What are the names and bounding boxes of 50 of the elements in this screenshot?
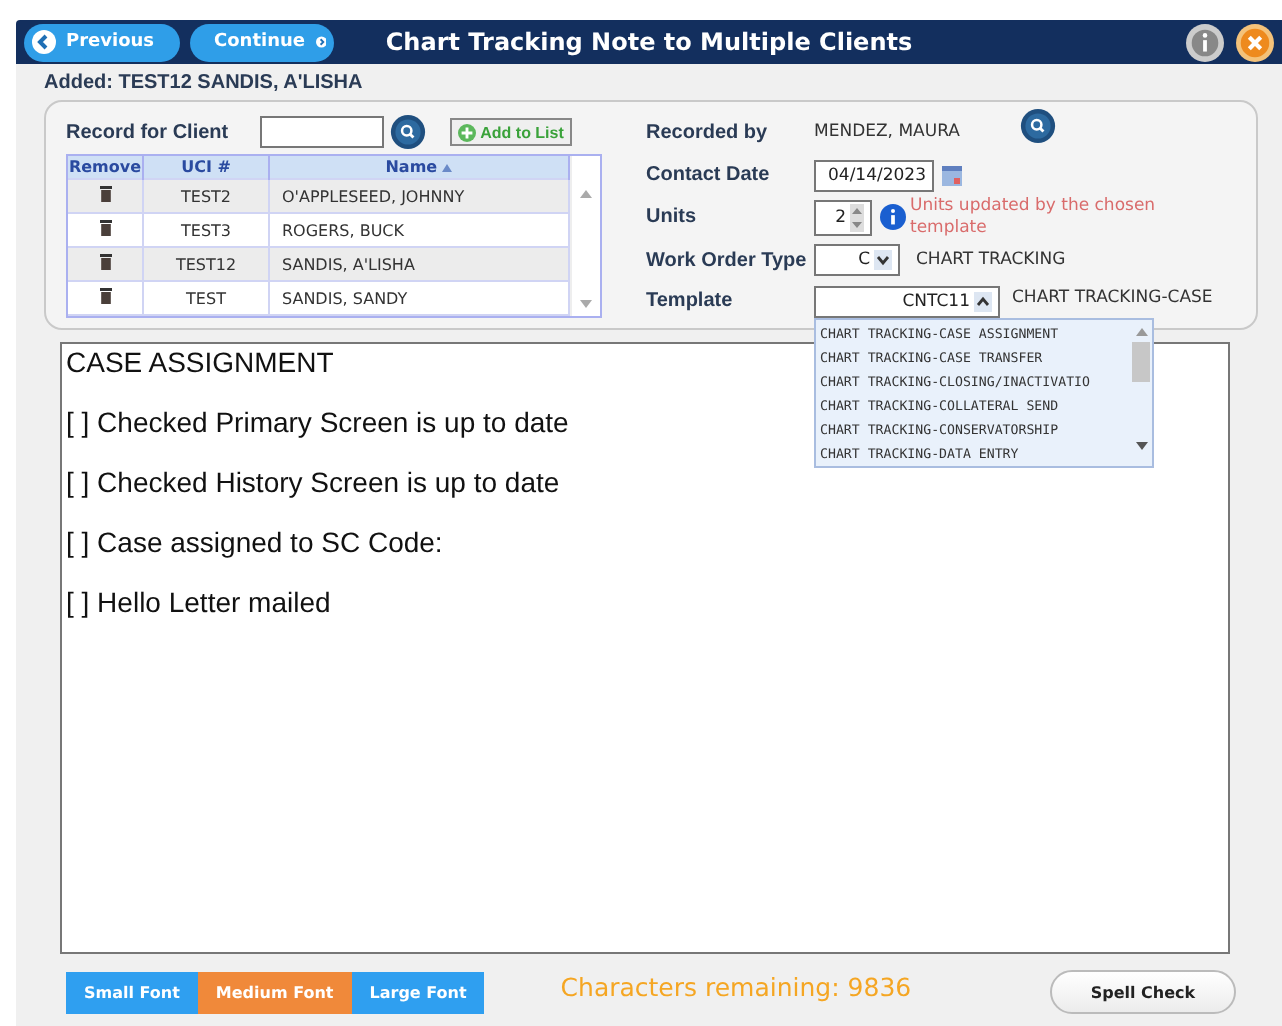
contact-date-field[interactable]: 04/14/2023 (814, 159, 934, 192)
table-cell: TEST (143, 281, 269, 315)
units-field[interactable]: 2 (814, 199, 872, 236)
units-note: Units updated by the chosen template (910, 195, 1158, 240)
window-title: Chart Tracking Note to Multiple Clients (385, 28, 913, 56)
table-cell: TEST12 (143, 247, 269, 281)
trash-icon[interactable] (99, 288, 111, 304)
search-icon[interactable] (390, 114, 427, 150)
field-label: Units (646, 206, 698, 229)
plus-icon (458, 123, 477, 141)
note-line[interactable]: [ ] Checked Primary Screen is up to date (66, 406, 569, 438)
info-icon[interactable] (1186, 23, 1224, 61)
field-label: Work Order Type (646, 249, 809, 272)
note-line[interactable]: [ ] Checked History Screen is up to date (66, 466, 560, 498)
work-order-dropdown[interactable]: C (814, 244, 900, 277)
table-cell: O'APPLESEED, JOHNNY (269, 179, 570, 213)
sort-icon (442, 164, 453, 172)
note-line[interactable]: CASE ASSIGNMENT (66, 346, 334, 378)
caret-icon (874, 250, 892, 271)
note-line[interactable]: [ ] Hello Letter mailed (66, 586, 331, 618)
table-cell: SANDIS, SANDY (269, 281, 570, 315)
close-icon[interactable] (1236, 23, 1274, 61)
spell-check-button[interactable]: Spell Check (1050, 970, 1236, 1014)
calendar-icon[interactable] (942, 165, 962, 186)
characters-remaining: Characters remaining: 9836 (560, 971, 912, 1001)
added-client-text: Added: TEST12 SANDIS, A'LISHA (42, 70, 365, 98)
trash-icon[interactable] (99, 220, 111, 236)
template-dropdown[interactable]: CNTC11 (814, 285, 1000, 318)
field-label: Contact Date (646, 164, 772, 187)
search-icon[interactable] (1019, 108, 1056, 145)
trash-icon[interactable] (99, 186, 111, 202)
column-header[interactable]: Remove (68, 156, 143, 179)
chevron-left-icon (32, 30, 56, 54)
column-header[interactable]: UCI # (143, 156, 269, 179)
client-search-field[interactable] (260, 116, 385, 148)
record-for-client-label: Record for Client (66, 121, 229, 143)
field-label: Recorded by (646, 121, 770, 144)
spinner-icon[interactable] (850, 203, 864, 232)
recorded-by-value: MENDEZ, MAURA (814, 122, 960, 143)
table-cell: TEST2 (143, 179, 269, 213)
template-description: CHART TRACKING-CASE (1012, 287, 1213, 308)
trash-icon[interactable] (99, 254, 111, 270)
table-cell: SANDIS, A'LISHA (269, 247, 570, 281)
column-header[interactable]: Name (269, 156, 570, 179)
scroll-down-icon[interactable] (1135, 441, 1147, 450)
field-label: Template (646, 290, 735, 313)
work-order-description: CHART TRACKING (916, 250, 1066, 271)
note-line[interactable]: [ ] Case assigned to SC Code: (66, 526, 443, 558)
caret-icon (974, 291, 992, 312)
info-icon[interactable] (880, 204, 906, 231)
